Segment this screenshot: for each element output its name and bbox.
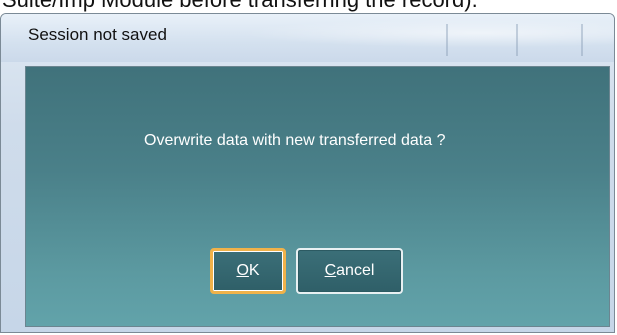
screenshot-canvas: Suite/Imp Module before transferring the… (0, 0, 617, 335)
cancel-button-mnemonic: C (324, 262, 337, 279)
ok-button-label-rest: K (248, 262, 260, 279)
title-bar-background-separator (446, 24, 448, 56)
dialog-content-panel: Overwrite data with new transferred data… (25, 66, 610, 327)
ok-button[interactable]: OK (210, 248, 286, 294)
cancel-button-label-rest: ancel (336, 262, 375, 279)
dialog-title-bar[interactable]: Session not saved (1, 14, 614, 62)
dialog-message: Overwrite data with new transferred data… (144, 132, 446, 149)
cancel-button[interactable]: Cancel (296, 248, 403, 294)
background-document-text: Suite/Imp Module before transferring the… (2, 0, 478, 13)
dialog-title: Session not saved (28, 25, 167, 44)
title-bar-background-separator (581, 24, 583, 56)
session-dialog: Session not saved Overwrite data with ne… (0, 13, 615, 333)
title-bar-background-separator (516, 24, 518, 56)
ok-button-mnemonic: O (236, 262, 249, 279)
